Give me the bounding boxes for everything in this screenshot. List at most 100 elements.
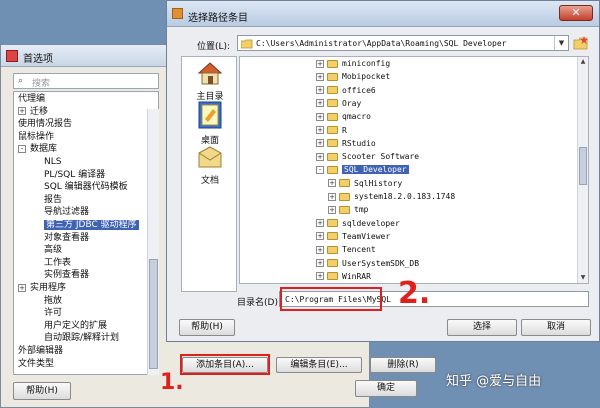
preferences-help-button[interactable]: 帮助(H) <box>13 382 71 400</box>
file-tree-item[interactable]: + RStudio <box>316 137 376 150</box>
file-tree-item[interactable]: + miniconfig <box>316 57 390 70</box>
preferences-tree-item[interactable]: 代理编 <box>18 93 45 106</box>
expand-icon[interactable]: + <box>18 107 26 116</box>
expand-icon[interactable]: + <box>316 272 324 281</box>
preferences-tree-item[interactable]: 高级 <box>44 244 62 257</box>
scroll-down-icon[interactable]: ▼ <box>578 273 588 283</box>
expand-icon[interactable]: + <box>328 179 336 188</box>
preferences-tree-item-label: 文件类型 <box>18 358 55 369</box>
preferences-tree-item-label: 拖放 <box>44 295 63 306</box>
file-tree-item[interactable]: + Tencent <box>316 243 376 256</box>
scrollbar-thumb[interactable] <box>579 147 587 185</box>
expand-icon[interactable]: + <box>316 112 324 121</box>
preferences-tree-item[interactable]: + 实用程序 <box>18 282 66 295</box>
expand-icon[interactable]: + <box>18 283 26 292</box>
preferences-tree-item-label: NLS <box>44 157 62 167</box>
file-tree-item[interactable]: + tmp <box>328 203 368 216</box>
desktop-icon <box>198 101 222 129</box>
place-documents[interactable]: 文档 <box>182 145 238 186</box>
preferences-tree-item[interactable]: 实例查看器 <box>44 269 89 282</box>
file-tree-item[interactable]: + Oray <box>316 97 361 110</box>
file-tree-item-name: R <box>342 125 347 135</box>
folder-icon <box>327 165 338 174</box>
close-icon: ✕ <box>571 6 581 19</box>
preferences-tree-item[interactable]: 使用情况报告 <box>18 118 72 131</box>
close-button[interactable]: ✕ <box>559 5 593 21</box>
folder-icon <box>339 205 350 214</box>
new-folder-icon[interactable] <box>573 35 589 51</box>
file-tree-item[interactable]: + SqlHistory <box>328 177 402 190</box>
file-tree[interactable]: ▲ ▼ + miniconfig + Mobipocket + office6 + Oray +… <box>239 56 589 284</box>
scrollbar-thumb[interactable] <box>149 259 158 369</box>
highlight-directory-name <box>280 287 382 311</box>
preferences-tree-item[interactable]: - 数据库 <box>18 143 57 156</box>
file-tree-item[interactable]: + TeamViewer <box>316 230 390 243</box>
chevron-down-icon[interactable]: ▼ <box>554 36 568 50</box>
preferences-tree[interactable]: 代理编 + 迁移 使用情况报告 鼠标操作 - 数据库 NLS PL/SQL 编译器 SQL 编辑器… <box>13 91 159 375</box>
file-tree-item[interactable]: + Scooter Software <box>316 150 419 163</box>
expand-icon[interactable]: + <box>316 126 324 134</box>
edit-entry-button[interactable]: 编辑条目(E)... <box>276 357 362 373</box>
preferences-tree-item[interactable]: 许可 <box>44 307 62 320</box>
preferences-tree-item[interactable]: 外部编辑器 <box>18 345 63 358</box>
file-tree-item[interactable]: + Mobipocket <box>316 70 390 83</box>
preferences-tree-item[interactable]: PL/SQL 编译器 <box>44 169 105 182</box>
file-tree-item[interactable]: + WinRAR <box>316 270 371 283</box>
preferences-tree-item-label: 对象查看器 <box>44 232 90 243</box>
expand-icon[interactable]: + <box>316 245 324 254</box>
place-desktop[interactable]: 桌面 <box>182 101 238 146</box>
expand-icon[interactable]: + <box>316 86 324 95</box>
cancel-button[interactable]: 取消 <box>521 319 591 336</box>
file-tree-item[interactable]: + office6 <box>316 84 376 97</box>
preferences-tree-item[interactable]: 拖放 <box>44 295 62 308</box>
preferences-tree-item[interactable]: 报告 <box>44 194 62 207</box>
preferences-tree-item[interactable]: NLS <box>44 156 61 169</box>
file-tree-item[interactable]: - SQL Developer <box>316 163 409 176</box>
preferences-scrollbar[interactable] <box>147 109 159 375</box>
preferences-tree-item[interactable]: 文件类型 <box>18 358 54 371</box>
file-tree-item-name: sqldeveloper <box>342 218 400 228</box>
preferences-tree-item[interactable]: 导航过滤器 <box>44 206 89 219</box>
file-tree-item[interactable]: + qmacro <box>316 110 371 123</box>
expand-icon[interactable]: + <box>316 59 324 68</box>
preferences-tree-item[interactable]: SQL 编辑器代码模板 <box>44 181 128 194</box>
search-input[interactable]: ⌕ 搜索 <box>13 73 159 89</box>
preferences-tree-item[interactable]: 工作表 <box>44 257 71 270</box>
collapse-icon[interactable]: - <box>18 144 26 153</box>
preferences-tree-item[interactable]: + 迁移 <box>18 106 48 119</box>
expand-icon[interactable]: + <box>316 139 324 148</box>
file-tree-item[interactable]: + UserSystemSDK_DB <box>316 257 419 270</box>
expand-icon[interactable]: + <box>328 192 336 201</box>
expand-icon[interactable]: + <box>328 205 336 214</box>
folder-icon <box>327 219 338 228</box>
expand-icon[interactable]: + <box>316 259 324 267</box>
delete-entry-button[interactable]: 删除(R) <box>370 357 436 373</box>
file-tree-scrollbar[interactable]: ▲ ▼ <box>577 57 588 283</box>
expand-icon[interactable]: + <box>316 219 324 228</box>
expand-icon[interactable]: + <box>316 152 324 161</box>
preferences-tree-item-label: 第三方 JDBC 驱动程序 <box>44 220 139 230</box>
collapse-icon[interactable]: - <box>316 165 324 174</box>
dialog-help-button[interactable]: 帮助(H) <box>179 319 235 336</box>
preferences-tree-item-label: 外部编辑器 <box>18 346 64 356</box>
preferences-tree-item[interactable]: 对象查看器 <box>44 232 89 245</box>
expand-icon[interactable]: + <box>316 99 324 108</box>
place-home[interactable]: 主目录 <box>182 61 238 102</box>
preferences-ok-button[interactable]: 确定 <box>355 380 417 397</box>
expand-icon[interactable]: + <box>316 72 324 81</box>
preferences-tree-item-label: 导航过滤器 <box>44 207 90 218</box>
preferences-tree-item[interactable]: 鼠标操作 <box>18 131 54 144</box>
preferences-tree-item[interactable]: 用户定义的扩展 <box>44 320 107 333</box>
file-tree-item[interactable]: + R <box>316 124 347 137</box>
file-tree-item[interactable]: + system18.2.0.183.1748 <box>328 190 455 203</box>
preferences-tree-item[interactable]: 自动跟踪/解释计划 <box>44 332 119 345</box>
expand-icon[interactable]: + <box>316 232 324 241</box>
select-button[interactable]: 选择 <box>447 319 517 336</box>
preferences-tree-item[interactable]: 第三方 JDBC 驱动程序 <box>44 219 139 232</box>
scroll-up-icon[interactable]: ▲ <box>578 57 588 67</box>
location-label: 位置(L): <box>197 42 231 52</box>
file-tree-item[interactable]: + sqldeveloper <box>316 217 400 230</box>
preferences-tree-item-label: 用户定义的扩展 <box>44 320 108 331</box>
location-combobox[interactable]: C:\Users\Administrator\AppData\Roaming\S… <box>237 35 569 51</box>
places-panel: 主目录 桌面 文档 <box>181 56 237 292</box>
